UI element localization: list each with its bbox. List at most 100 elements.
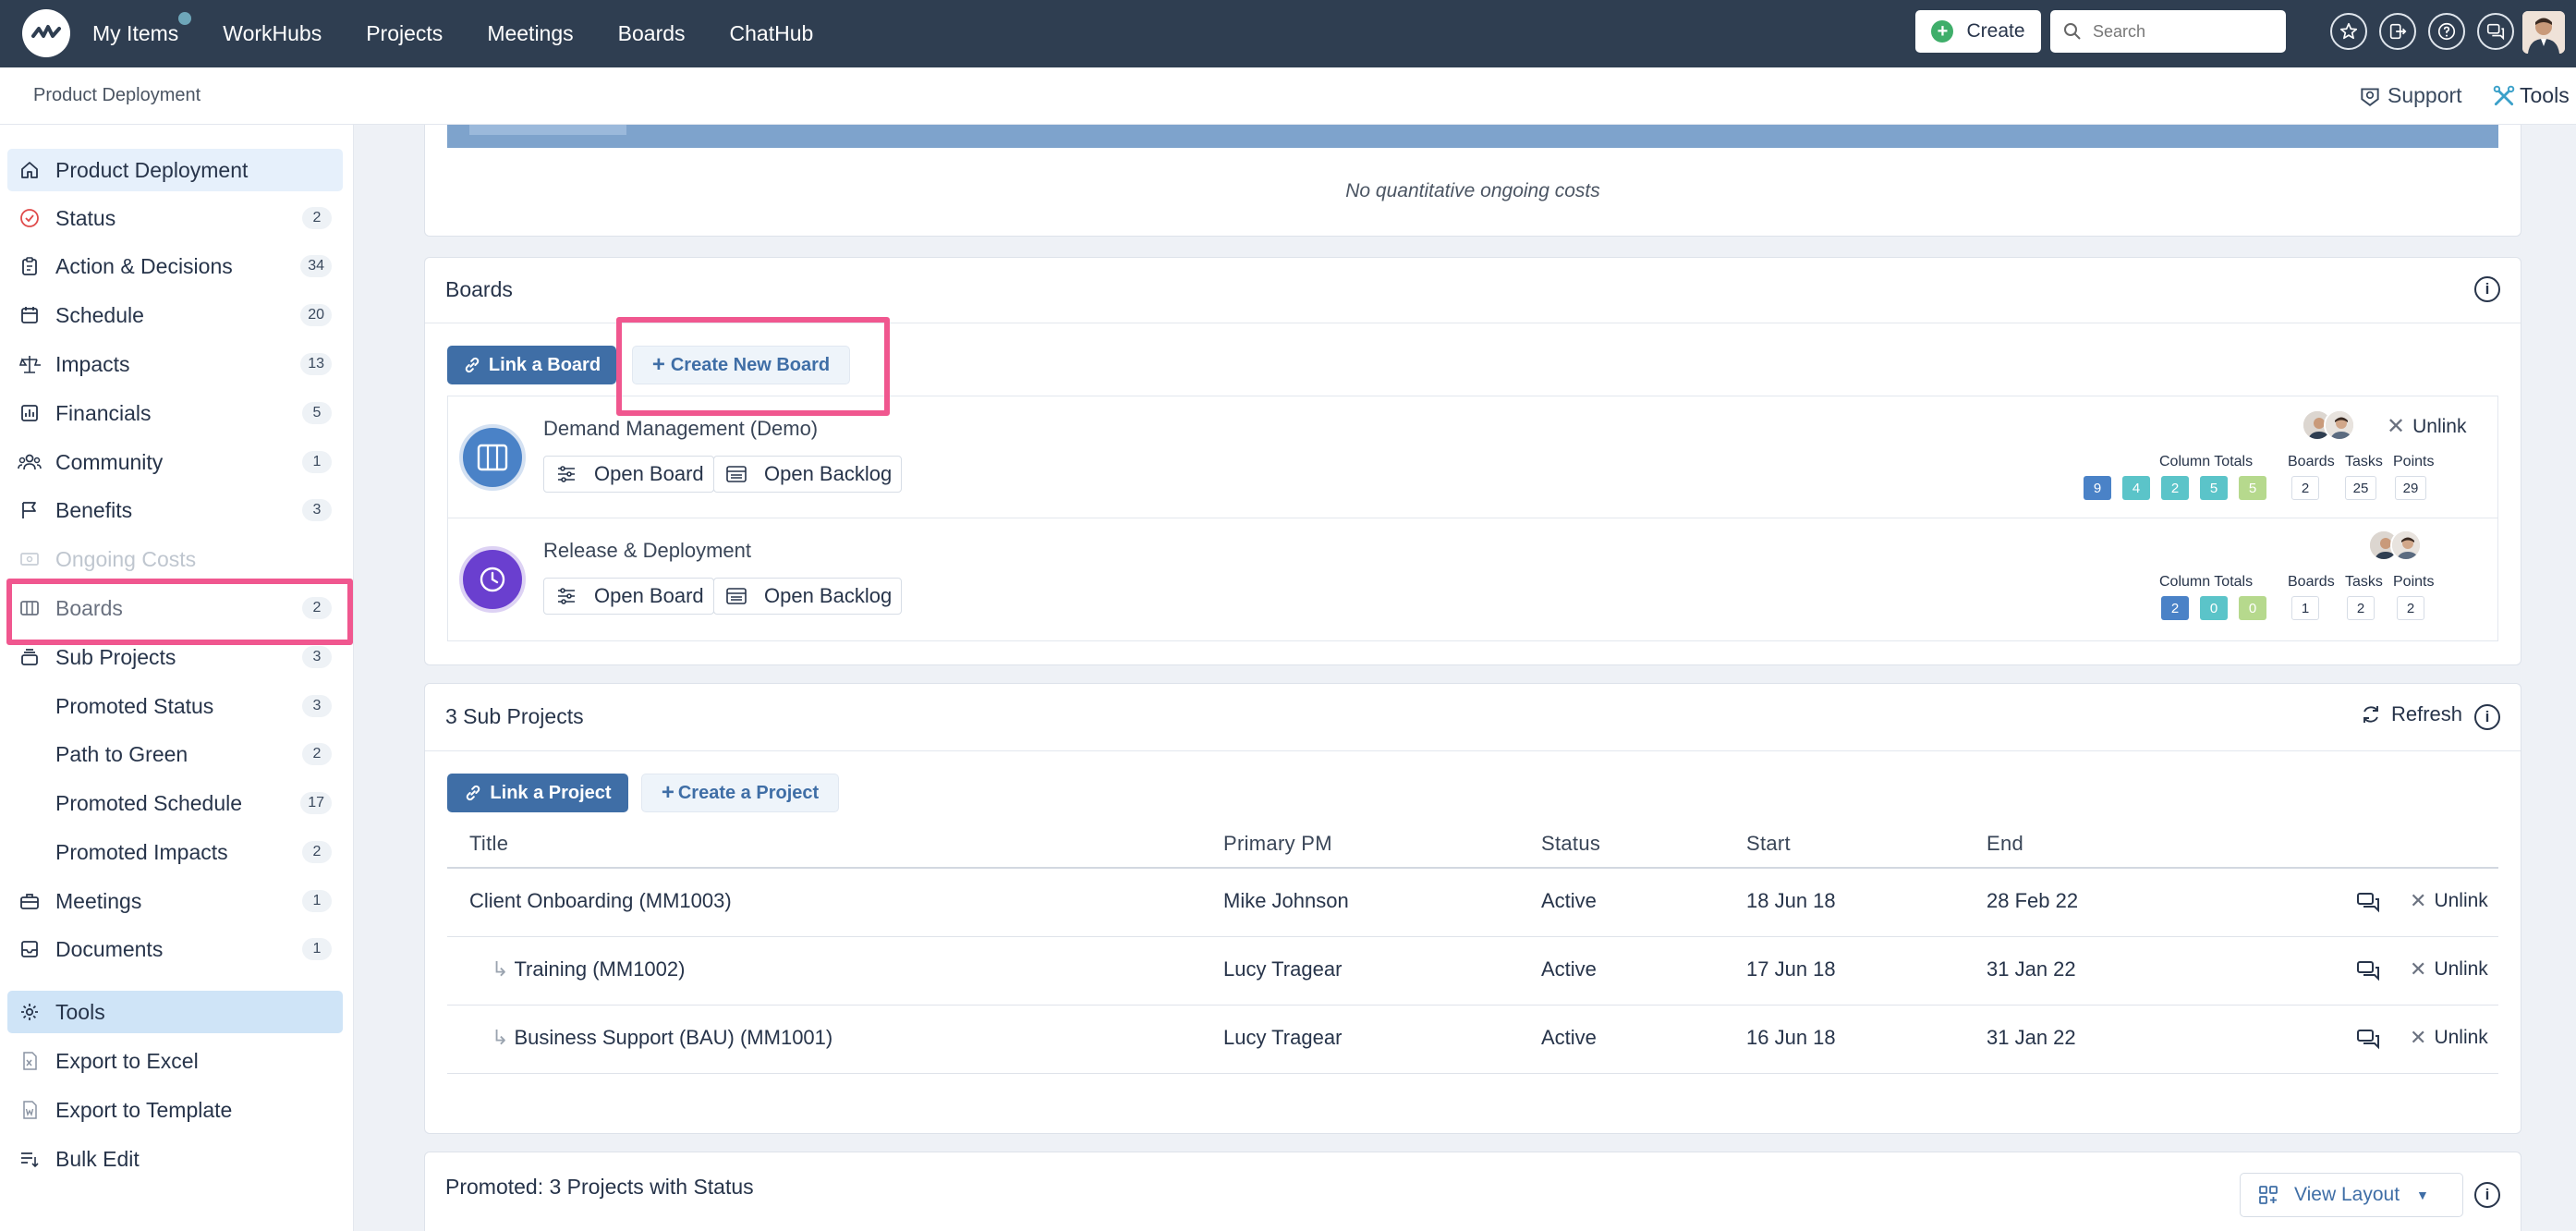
sidebar-item-meetings[interactable]: Meetings 1 bbox=[7, 880, 343, 922]
sub-projects-card: 3 Sub Projects Refresh i Link a Project … bbox=[424, 683, 2521, 1134]
sub-projects-info-icon[interactable]: i bbox=[2474, 704, 2500, 730]
tools-wrench-icon bbox=[2493, 85, 2515, 105]
column-header-status[interactable]: Status bbox=[1541, 832, 1600, 856]
close-icon: ✕ bbox=[2387, 414, 2406, 439]
chat-icon[interactable] bbox=[2477, 13, 2514, 50]
gear-icon bbox=[18, 1000, 42, 1024]
tasks-label: Tasks bbox=[2345, 574, 2383, 590]
sidebar-item-boards[interactable]: Boards 2 bbox=[7, 587, 343, 629]
user-avatar[interactable] bbox=[2522, 11, 2565, 54]
favorites-star-icon[interactable] bbox=[2330, 13, 2367, 50]
unlink-label: Unlink bbox=[2434, 1027, 2488, 1048]
project-title[interactable]: ↳ Training (MM1002) bbox=[492, 957, 685, 981]
user-avatar-image-icon bbox=[2522, 11, 2565, 54]
open-board-button[interactable]: Open Board bbox=[543, 578, 714, 615]
board-columns-icon bbox=[477, 444, 508, 471]
column-header-primary-pm[interactable]: Primary PM bbox=[1223, 832, 1332, 856]
app-logo[interactable] bbox=[22, 9, 70, 57]
unlink-label: Unlink bbox=[2434, 958, 2488, 980]
chat-bubble-icon[interactable] bbox=[2356, 959, 2380, 986]
close-icon: ✕ bbox=[2410, 889, 2427, 912]
sidebar-item-status[interactable]: Status 2 bbox=[7, 197, 343, 239]
column-totals-label: Column Totals bbox=[2159, 574, 2254, 590]
nav-my-items[interactable]: My Items bbox=[92, 10, 194, 46]
bar-chart-icon bbox=[18, 401, 42, 425]
view-layout-dropdown[interactable]: View Layout ▼ bbox=[2240, 1173, 2463, 1217]
sidebar-item-product-deployment[interactable]: Product Deployment bbox=[7, 149, 343, 191]
promoted-info-icon[interactable]: i bbox=[2474, 1182, 2500, 1208]
sidebar-item-path-to-green[interactable]: Path to Green 2 bbox=[7, 733, 343, 775]
sidebar-item-benefits[interactable]: Benefits 3 bbox=[7, 489, 343, 531]
support-shield-icon bbox=[2361, 87, 2379, 106]
search-input[interactable] bbox=[2093, 21, 2268, 42]
create-button[interactable]: + Create bbox=[1915, 10, 2041, 53]
create-project-button[interactable]: + Create a Project bbox=[641, 774, 839, 812]
sidebar-item-schedule[interactable]: Schedule 20 bbox=[7, 294, 343, 336]
project-title[interactable]: Client Onboarding (MM1003) bbox=[469, 889, 732, 913]
sidebar-item-sub-projects[interactable]: Sub Projects 3 bbox=[7, 636, 343, 678]
unlink-project-button[interactable]: ✕ Unlink bbox=[2410, 889, 2488, 913]
sign-out-icon[interactable] bbox=[2379, 13, 2416, 50]
briefcase-icon bbox=[18, 889, 42, 913]
backlog-list-icon bbox=[725, 464, 747, 484]
sidebar-item-financials[interactable]: Financials 5 bbox=[7, 392, 343, 434]
nav-boards[interactable]: Boards bbox=[618, 21, 686, 46]
sidebar-item-documents[interactable]: Documents 1 bbox=[7, 928, 343, 970]
column-header-start[interactable]: Start bbox=[1746, 832, 1791, 856]
board-avatar-clock[interactable] bbox=[459, 546, 526, 613]
boards-count-chip: 2 bbox=[2291, 476, 2319, 500]
project-pm: Mike Johnson bbox=[1223, 889, 1349, 912]
board-name[interactable]: Demand Management (Demo) bbox=[543, 417, 818, 441]
table-row-line bbox=[447, 936, 2498, 937]
refresh-icon bbox=[2363, 706, 2378, 723]
sidebar-item-impacts[interactable]: Impacts 13 bbox=[7, 343, 343, 385]
column-header-end[interactable]: End bbox=[1987, 832, 2023, 856]
points-label: Points bbox=[2393, 574, 2435, 590]
sidebar-item-ongoing-costs[interactable]: Ongoing Costs bbox=[7, 538, 343, 580]
create-new-board-button[interactable]: + Create New Board bbox=[632, 346, 850, 384]
tasks-label: Tasks bbox=[2345, 454, 2383, 469]
open-backlog-button[interactable]: Open Backlog bbox=[713, 456, 903, 493]
sidebar-item-promoted-schedule[interactable]: Promoted Schedule 17 bbox=[7, 782, 343, 824]
unlink-project-button[interactable]: ✕ Unlink bbox=[2410, 957, 2488, 981]
sidebar-item-community[interactable]: Community 1 bbox=[7, 441, 343, 483]
nav-meetings[interactable]: Meetings bbox=[487, 21, 573, 46]
sidebar-item-promoted-status[interactable]: Promoted Status 3 bbox=[7, 685, 343, 727]
sidebar-item-export-excel[interactable]: Export to Excel bbox=[7, 1040, 343, 1082]
inbox-icon bbox=[18, 937, 42, 961]
promoted-card: Promoted: 3 Projects with Status View La… bbox=[424, 1152, 2521, 1231]
notification-dot bbox=[176, 10, 194, 27]
project-title[interactable]: ↳ Business Support (BAU) (MM1001) bbox=[492, 1026, 832, 1050]
column-header-title[interactable]: Title bbox=[469, 832, 508, 856]
nav-projects[interactable]: Projects bbox=[366, 21, 443, 46]
nav-chathub[interactable]: ChatHub bbox=[730, 21, 814, 46]
unlink-project-button[interactable]: ✕ Unlink bbox=[2410, 1026, 2488, 1050]
link-board-button[interactable]: Link a Board bbox=[447, 346, 616, 384]
boards-info-icon[interactable]: i bbox=[2474, 276, 2500, 302]
sidebar-item-promoted-impacts[interactable]: Promoted Impacts 2 bbox=[7, 831, 343, 873]
link-project-button[interactable]: Link a Project bbox=[447, 774, 628, 812]
nav-workhubs[interactable]: WorkHubs bbox=[223, 21, 322, 46]
refresh-button[interactable]: Refresh bbox=[2360, 702, 2462, 726]
member-avatar bbox=[2390, 530, 2422, 561]
sidebar-item-action-decisions[interactable]: Action & Decisions 34 bbox=[7, 245, 343, 287]
help-icon[interactable] bbox=[2428, 13, 2465, 50]
costs-chart-bar bbox=[447, 125, 2498, 148]
search-box[interactable] bbox=[2050, 10, 2286, 53]
sidebar-item-export-template[interactable]: Export to Template bbox=[7, 1089, 343, 1131]
tools-link[interactable]: Tools bbox=[2492, 83, 2570, 108]
chat-bubble-icon[interactable] bbox=[2356, 891, 2380, 918]
sidebar-item-tools[interactable]: Tools bbox=[7, 991, 343, 1033]
support-link[interactable]: Support bbox=[2358, 83, 2462, 108]
sidebar-item-bulk-edit[interactable]: Bulk Edit bbox=[7, 1138, 343, 1180]
open-backlog-button[interactable]: Open Backlog bbox=[713, 578, 903, 615]
chat-bubble-icon[interactable] bbox=[2356, 1028, 2380, 1054]
open-board-button[interactable]: Open Board bbox=[543, 456, 714, 493]
board-row-demand: Demand Management (Demo) Open Board Open… bbox=[447, 396, 2498, 518]
ongoing-costs-card: No quantitative ongoing costs bbox=[424, 125, 2521, 237]
unlink-board-button[interactable]: ✕ Unlink bbox=[2387, 413, 2466, 440]
board-name[interactable]: Release & Deployment bbox=[543, 539, 751, 563]
board-avatar-columns[interactable] bbox=[459, 424, 526, 491]
link-icon bbox=[465, 357, 480, 373]
project-start: 17 Jun 18 bbox=[1746, 957, 1836, 981]
